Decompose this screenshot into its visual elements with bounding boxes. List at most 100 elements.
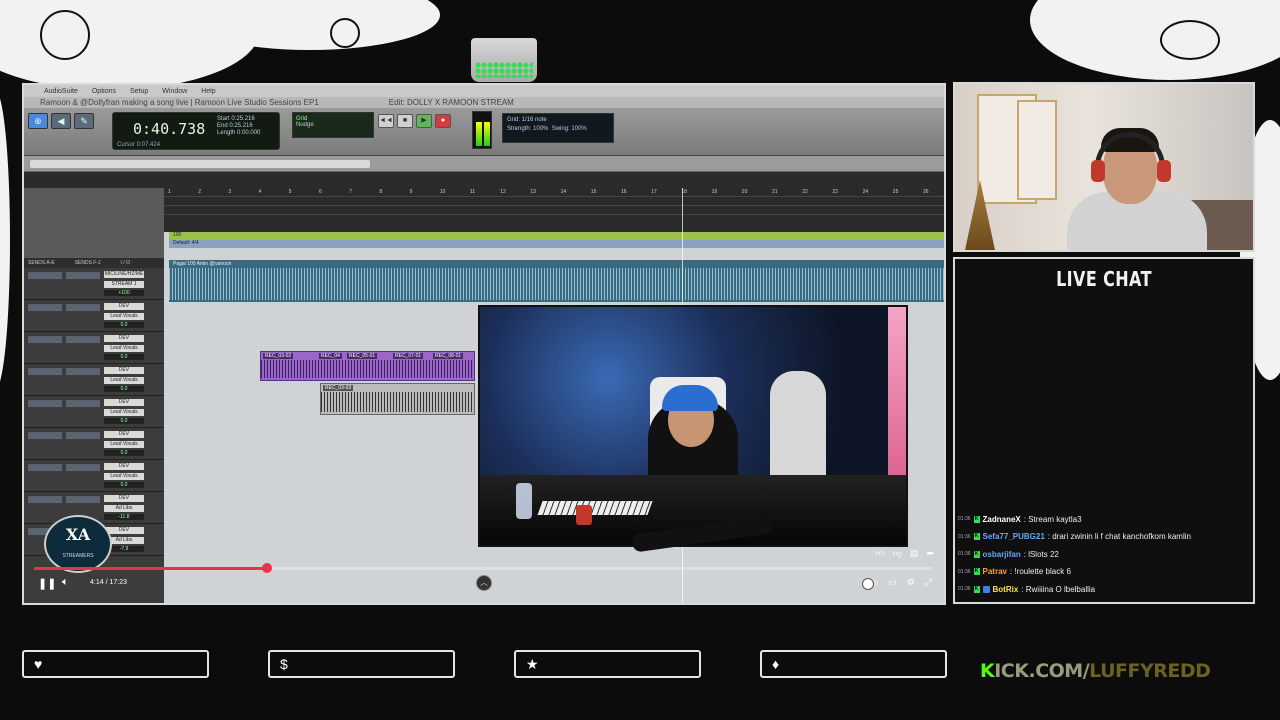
tempo-ruler[interactable]: 100 — [169, 232, 944, 240]
send-slot[interactable] — [28, 400, 62, 407]
waveform — [321, 392, 474, 412]
chat-message: 01:36 Kosbarjifan: lSlots 22 — [958, 546, 1252, 564]
input-selector[interactable]: DEV — [104, 495, 144, 502]
send-slot[interactable] — [66, 304, 100, 311]
mixer-rows: MIC/LINE/HZ/ME STREAM 1 +100 DEV Lead Vocals… — [24, 268, 164, 556]
kick-badge-icon: K — [973, 515, 980, 523]
chat-text: : !roulette black 6 — [1009, 567, 1071, 577]
input-selector[interactable]: DEV — [104, 367, 144, 374]
star-action-button[interactable]: ★ — [514, 650, 701, 678]
video-title[interactable]: Ramoon & @Dollyfran making a song live |… — [40, 98, 319, 107]
fullscreen-icon[interactable]: ⤢ — [925, 577, 932, 588]
menu-item[interactable]: Window — [162, 88, 187, 95]
volume-readout[interactable]: 0.0 — [104, 450, 144, 456]
kick-channel-url[interactable]: KICK.COM/LUFFYREDD — [980, 660, 1211, 682]
thumbs-down-icon[interactable]: 👎︎ — [893, 548, 902, 559]
progress-knob[interactable] — [262, 563, 273, 573]
send-slot[interactable] — [66, 464, 100, 471]
volume-readout[interactable]: 0.0 — [104, 482, 144, 488]
menu-item[interactable]: Setup — [130, 88, 148, 95]
strength-value[interactable]: Strength: 100% — [507, 126, 548, 132]
send-slot[interactable] — [28, 368, 62, 375]
send-slot[interactable] — [28, 336, 62, 343]
input-selector[interactable]: DEV — [104, 463, 144, 470]
volume-readout[interactable]: 0.0 — [104, 386, 144, 392]
output-selector[interactable]: Lead Vocals — [104, 345, 144, 352]
input-selector[interactable]: MIC/LINE/HZ/ME — [104, 271, 144, 278]
swing-value[interactable]: Swing: 100% — [552, 126, 587, 132]
drop-action-button[interactable]: ♦ — [760, 650, 947, 678]
counter-end: 0:25.216 — [229, 123, 253, 129]
volume-readout[interactable]: 0.0 — [104, 354, 144, 360]
meter-ruler[interactable]: Default: 4/4 — [169, 240, 944, 248]
gray-clip[interactable]: REC_03-03 — [320, 383, 475, 415]
chat-username[interactable]: ZadnaneX — [983, 515, 1021, 524]
output-selector[interactable]: Ad Libs — [104, 505, 144, 512]
dollar-action-button[interactable]: $ — [268, 650, 455, 678]
volume-readout[interactable]: 0.0 — [104, 418, 144, 424]
output-selector[interactable]: Lead Vocals — [104, 441, 144, 448]
horizontal-scroll-strip[interactable] — [24, 156, 944, 172]
record-button[interactable]: ● — [435, 114, 451, 128]
chat-username[interactable]: Patrav — [983, 567, 1007, 576]
send-slot[interactable] — [28, 496, 62, 503]
menu-item[interactable]: Options — [92, 88, 116, 95]
input-selector[interactable]: DEV — [104, 431, 144, 438]
captions-icon[interactable]: ▭ — [888, 577, 897, 588]
output-selector[interactable]: Lead Vocals — [104, 473, 144, 480]
vocal-clip-group[interactable]: REC_03-02 REC_04 REC_05-01 REC_07-01 REC… — [260, 351, 475, 381]
pause-icon[interactable]: ❚❚ — [38, 577, 56, 590]
output-selector[interactable]: Lead Vocals — [104, 313, 144, 320]
chat-text: : lSlots 22 — [1023, 549, 1059, 559]
input-selector[interactable]: DEV — [104, 527, 144, 534]
rewind-button[interactable]: ◄◄ — [378, 114, 394, 128]
heart-action-button[interactable]: ♥ — [22, 650, 209, 678]
input-selector[interactable]: DEV — [104, 335, 144, 342]
volume-readout[interactable]: 0.0 — [104, 322, 144, 328]
output-selector[interactable]: Lead Vocals — [104, 377, 144, 384]
chat-username[interactable]: BotRix — [993, 585, 1019, 594]
input-selector[interactable]: DEV — [104, 399, 144, 406]
send-slot[interactable] — [66, 272, 100, 279]
bar-number: 8 — [379, 189, 383, 195]
video-progress-bar[interactable] — [34, 563, 932, 573]
background-person — [770, 371, 826, 491]
chevron-up-icon[interactable]: ︿ — [476, 575, 492, 591]
share-icon[interactable]: ➦ — [926, 548, 934, 559]
zoom-tool-icon[interactable]: ⊕ — [28, 113, 48, 129]
send-slot[interactable] — [66, 496, 100, 503]
send-slot[interactable] — [66, 368, 100, 375]
play-button[interactable]: ▶ — [416, 114, 432, 128]
thumbs-up-icon[interactable]: 👍︎ — [875, 548, 884, 559]
trim-tool-icon[interactable]: ◀ — [51, 113, 71, 129]
output-selector[interactable]: STREAM 1 — [104, 281, 144, 288]
autoplay-toggle[interactable] — [862, 577, 879, 590]
settings-gear-icon[interactable]: ⚙ — [907, 577, 915, 588]
channel-logo: XA STREAMERS — [44, 515, 112, 573]
output-selector[interactable]: Lead Vocals — [104, 409, 144, 416]
input-selector[interactable]: DEV — [104, 303, 144, 310]
send-slot[interactable] — [28, 464, 62, 471]
send-slot[interactable] — [28, 432, 62, 439]
comment-icon[interactable]: ▤ — [910, 548, 919, 559]
send-slot[interactable] — [66, 336, 100, 343]
volume-readout[interactable]: +100 — [104, 290, 144, 296]
send-slot[interactable] — [66, 400, 100, 407]
menu-item[interactable]: AudioSuite — [44, 88, 78, 95]
send-slot[interactable] — [28, 304, 62, 311]
scroll-thumb[interactable] — [30, 160, 370, 168]
grid-value[interactable]: 1/16 note — [522, 117, 547, 123]
chat-username[interactable]: Sefa77_PUBG21 — [983, 532, 1045, 541]
chat-username[interactable]: osbarjifan — [983, 550, 1021, 559]
stop-button[interactable]: ■ — [397, 114, 413, 128]
pencil-tool-icon[interactable]: ✎ — [74, 113, 94, 129]
volume-readout[interactable]: -11.8 — [104, 514, 144, 520]
menu-item[interactable]: Help — [201, 88, 215, 95]
timeline-ruler[interactable]: 1 2 3 4 5 6 7 8 9 10 11 12 13 14 15 16 17 18 19 20 21 22 23 24 2… — [164, 188, 944, 232]
stream-audio-clip[interactable]: Pagai 100 Amin @ramoon — [169, 260, 944, 302]
send-slot[interactable] — [28, 272, 62, 279]
waveform — [169, 268, 944, 300]
bar-number: 24 — [862, 189, 869, 195]
volume-icon[interactable]: 🔈︎ — [62, 576, 69, 589]
send-slot[interactable] — [66, 432, 100, 439]
